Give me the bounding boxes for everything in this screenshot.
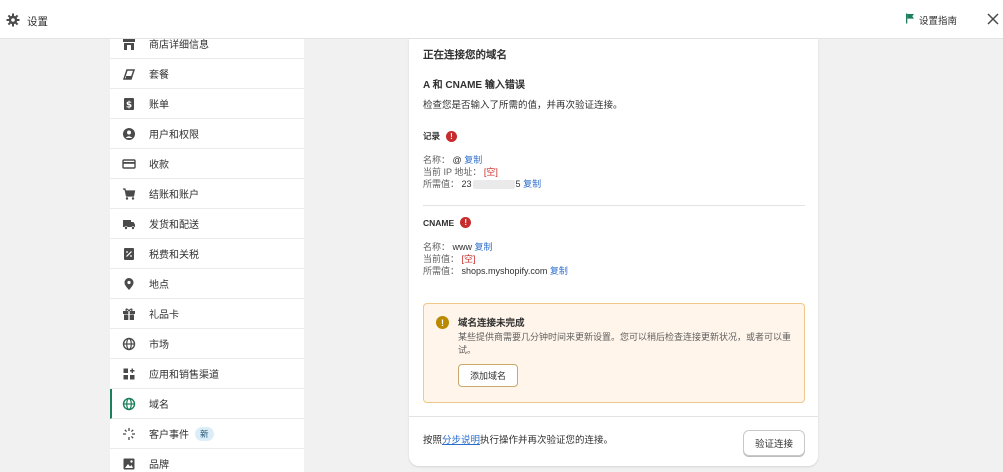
sidebar-item-brand[interactable]: 品牌 [110, 449, 304, 472]
sidebar-item-locations[interactable]: 地点 [110, 269, 304, 299]
warning-banner: ! 域名连接未完成 某些提供商需要几分钟时间来更新设置。您可以稍后检查连接更新状… [423, 303, 805, 403]
copy-link[interactable]: 复制 [523, 179, 541, 189]
sidebar-item-label: 税费和关税 [149, 250, 199, 261]
sidebar-item-gift-cards[interactable]: 礼品卡 [110, 299, 304, 329]
sidebar-item-label: 结账和账户 [149, 190, 199, 201]
cname-required-row: 所需值： shops.myshopify.com 复制 [423, 266, 568, 276]
close-icon[interactable] [985, 11, 1001, 27]
gift-icon [122, 307, 136, 321]
warning-body: 某些提供商需要几分钟时间来更新设置。您可以稍后检查连接更新状况，或者可以重试。 [458, 332, 792, 355]
a-record-name-row: 名称： @ 复制 [423, 155, 483, 165]
copy-link[interactable]: 复制 [550, 266, 568, 276]
redacted-value [472, 180, 515, 190]
a-record-details: 名称： @ 复制 当前 IP 地址： [空] 所需值： 23 5 复制 [423, 154, 541, 190]
cname-current-row: 当前值： [空] [423, 254, 476, 264]
flag-icon [905, 13, 915, 27]
plan-icon [122, 67, 136, 81]
cart-icon [122, 187, 136, 201]
sidebar-item-label: 商店详细信息 [149, 40, 209, 51]
tax-icon [122, 247, 136, 261]
location-icon [122, 277, 136, 291]
sidebar-item-store-details[interactable]: 商店详细信息 [110, 39, 304, 59]
sidebar-item-label: 套餐 [149, 70, 169, 81]
sidebar-item-payments[interactable]: 收款 [110, 149, 304, 179]
svg-text:$: $ [126, 100, 132, 110]
warning-title: 域名连接未完成 [458, 318, 525, 329]
a-record-current-row: 当前 IP 地址： [空] [423, 167, 498, 177]
gear-icon [6, 13, 20, 27]
divider [423, 205, 805, 206]
domain-icon [122, 397, 136, 411]
a-record-label: 记录 ! [423, 130, 458, 142]
store-icon [122, 39, 136, 51]
setup-guide-label: 设置指南 [919, 16, 958, 27]
page-title: 设置 [27, 16, 48, 28]
copy-link[interactable]: 复制 [464, 155, 482, 165]
cname-label: CNAME ! [423, 217, 472, 228]
sidebar-item-label: 礼品卡 [149, 310, 179, 321]
footer-instructions: 按照分步说明执行操作并再次验证您的连接。 [423, 435, 614, 446]
error-heading: A 和 CNAME 输入错误 [423, 80, 525, 91]
brand-icon [122, 457, 136, 471]
apps-icon [122, 367, 136, 381]
cname-name-row: 名称： www 复制 [423, 242, 493, 252]
sidebar-item-customer-events[interactable]: 客户事件 新 [110, 419, 304, 449]
sparkle-icon [122, 427, 136, 441]
sidebar-item-label: 用户和权限 [149, 130, 199, 141]
sidebar-item-domains[interactable]: 域名 [110, 389, 304, 419]
cname-details: 名称： www 复制 当前值： [空] 所需值： shops.myshopify… [423, 241, 568, 277]
error-icon: ! [446, 130, 458, 142]
domain-connection-card: 正在连接您的域名 A 和 CNAME 输入错误 检查您是否输入了所需的值，并再次… [409, 39, 818, 466]
globe-icon [122, 337, 136, 351]
settings-sidebar: 商店详细信息 套餐 $ 账单 用户和权限 收款 结账和账户 发货和配送 税费和关… [110, 39, 304, 472]
user-icon [122, 127, 136, 141]
new-badge: 新 [195, 426, 214, 441]
sidebar-item-checkout[interactable]: 结账和账户 [110, 179, 304, 209]
sidebar-item-taxes[interactable]: 税费和关税 [110, 239, 304, 269]
sidebar-item-label: 账单 [149, 100, 169, 111]
a-record-required-row: 所需值： 23 5 复制 [423, 179, 542, 190]
sidebar-item-label: 地点 [149, 280, 169, 291]
top-bar: 设置 设置指南 [0, 0, 1003, 39]
error-icon: ! [460, 217, 472, 228]
sidebar-item-label: 收款 [149, 160, 169, 171]
sidebar-item-plan[interactable]: 套餐 [110, 59, 304, 89]
sidebar-item-label: 发货和配送 [149, 220, 199, 231]
verify-connection-button[interactable]: 验证连接 [743, 430, 806, 456]
sidebar-item-apps[interactable]: 应用和销售渠道 [110, 359, 304, 389]
payments-icon [122, 157, 136, 171]
sidebar-item-label: 市场 [149, 340, 169, 351]
step-by-step-link[interactable]: 分步说明 [442, 435, 480, 446]
sidebar-item-markets[interactable]: 市场 [110, 329, 304, 359]
sidebar-item-users[interactable]: 用户和权限 [110, 119, 304, 149]
setup-guide-link[interactable]: 设置指南 [905, 13, 957, 27]
sidebar-item-label: 域名 [149, 400, 169, 411]
card-heading: 正在连接您的域名 [423, 49, 507, 61]
sidebar-item-billing[interactable]: $ 账单 [110, 89, 304, 119]
error-description: 检查您是否输入了所需的值，并再次验证连接。 [423, 100, 623, 111]
sidebar-item-shipping[interactable]: 发货和配送 [110, 209, 304, 239]
sidebar-item-label: 应用和销售渠道 [149, 370, 219, 381]
copy-link[interactable]: 复制 [475, 242, 493, 252]
truck-icon [122, 217, 136, 231]
add-domain-button[interactable]: 添加域名 [458, 364, 519, 387]
sidebar-item-label: 客户事件 [149, 430, 189, 441]
warning-icon: ! [436, 316, 449, 329]
divider [409, 416, 818, 417]
billing-icon: $ [122, 97, 136, 111]
sidebar-item-label: 品牌 [149, 460, 169, 471]
